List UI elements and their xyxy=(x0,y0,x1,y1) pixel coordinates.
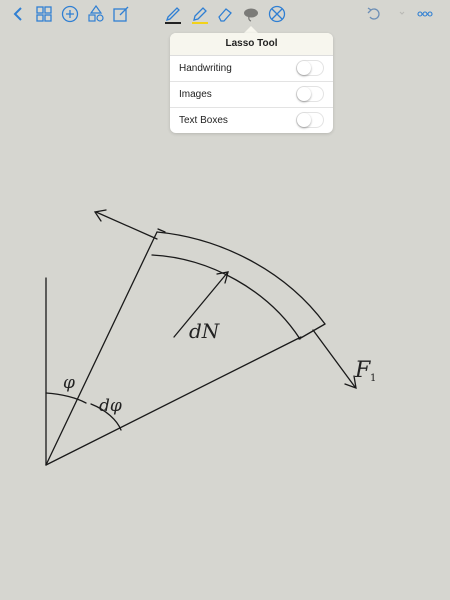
arc-outer xyxy=(156,231,326,325)
label-phi: φ xyxy=(63,373,75,393)
arc-start-tick xyxy=(157,228,166,233)
arc-inner xyxy=(151,254,301,340)
arc-end-cap xyxy=(298,323,326,340)
drawing-canvas[interactable] xyxy=(0,0,450,600)
label-F: F xyxy=(355,358,371,383)
radial-line-upper xyxy=(45,231,158,466)
label-dphi: dφ xyxy=(99,396,122,416)
label-F-subscript: 1 xyxy=(370,373,377,384)
radial-line-lower xyxy=(45,336,302,466)
arrow-tangent-line xyxy=(95,211,158,240)
label-dN: dN xyxy=(189,319,220,343)
arrow-F-line xyxy=(312,329,356,388)
